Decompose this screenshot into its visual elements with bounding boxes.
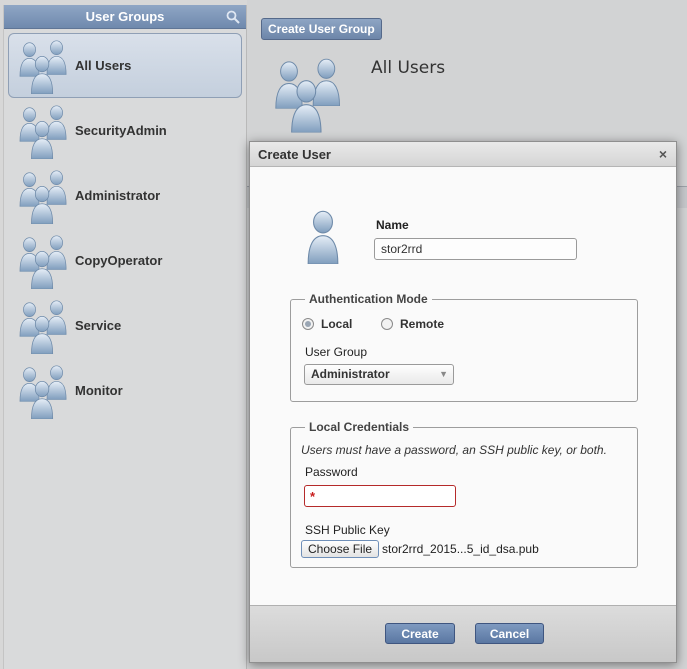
sidebar-item-label: Monitor [75,383,123,398]
user-group-icon [15,298,73,354]
user-group-value: Administrator [311,367,390,381]
name-label: Name [376,218,409,232]
sidebar-item-label: SecurityAdmin [75,123,167,138]
password-label: Password [305,465,358,479]
sidebar-item-label: All Users [75,58,132,73]
user-group-list: All Users SecurityAdmin Administrator Co… [4,29,246,423]
choose-file-button[interactable]: Choose File [301,540,380,558]
radio-local-label: Local [321,317,353,331]
radio-selected-icon [302,318,314,330]
sidebar-title: User Groups [85,9,165,24]
user-group-icon [15,363,73,419]
sidebar-item-administrator[interactable]: Administrator [8,163,242,228]
dialog-footer: Create Cancel [250,605,676,662]
sidebar-item-all-users[interactable]: All Users [8,33,242,98]
sidebar-item-label: CopyOperator [75,253,163,268]
create-button[interactable]: Create [385,623,455,644]
sidebar-item-securityadmin[interactable]: SecurityAdmin [8,98,242,163]
user-groups-sidebar: User Groups All Users SecurityAdmin Admi… [3,5,247,669]
user-group-icon [15,233,73,289]
user-group-label: User Group [305,345,368,359]
sidebar-item-monitor[interactable]: Monitor [8,358,242,423]
sidebar-item-service[interactable]: Service [8,293,242,358]
sidebar-item-label: Administrator [75,188,161,203]
radio-local[interactable]: Local [302,317,352,331]
cancel-button[interactable]: Cancel [475,623,544,644]
user-group-icon [15,168,73,224]
radio-remote-label: Remote [400,317,445,331]
ssh-key-label: SSH Public Key [305,523,390,537]
user-group-icon [15,38,73,94]
search-icon[interactable] [226,10,240,24]
user-group-select[interactable]: Administrator ▼ [304,364,454,385]
password-input[interactable]: * [304,485,456,507]
sidebar-header: User Groups [4,5,246,29]
dialog-titlebar: Create User × [250,142,676,167]
create-user-dialog: Create User × Name Authentication Mode L… [249,141,677,663]
user-group-icon [269,52,349,136]
user-group-icon [15,103,73,159]
credentials-note: Users must have a password, an SSH publi… [301,443,607,457]
credentials-legend: Local Credentials [309,420,410,434]
selected-file-name: stor2rrd_2015...5_id_dsa.pub [382,542,539,556]
sidebar-item-label: Service [75,318,122,333]
auth-legend: Authentication Mode [309,292,428,306]
required-indicator: * [310,489,316,504]
sidebar-item-copyoperator[interactable]: CopyOperator [8,228,242,293]
create-user-group-button[interactable]: Create User Group [261,18,382,40]
radio-remote[interactable]: Remote [381,317,444,331]
user-icon [300,210,346,264]
group-title: All Users [371,58,446,78]
name-input[interactable] [374,238,577,260]
dialog-title: Create User [258,147,331,162]
chevron-down-icon: ▼ [439,369,448,379]
close-icon[interactable]: × [659,142,667,167]
radio-unselected-icon [381,318,393,330]
